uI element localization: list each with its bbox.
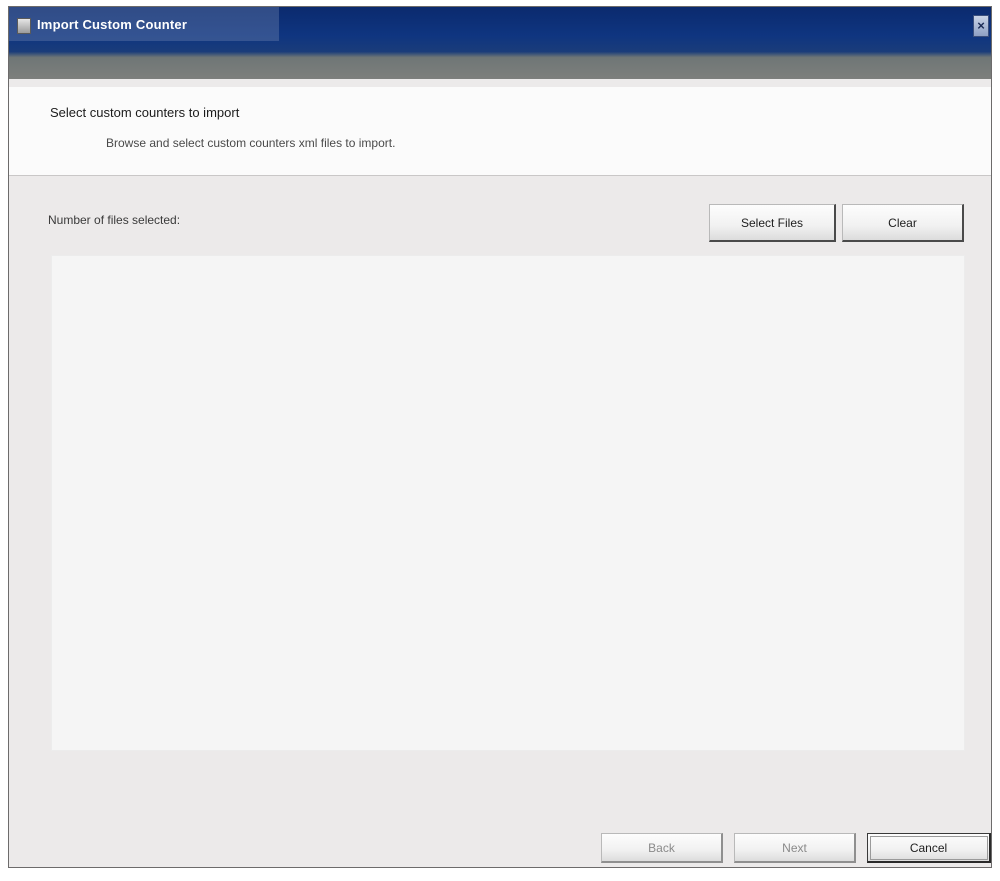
- files-selected-label: Number of files selected:: [48, 213, 181, 227]
- close-icon: ×: [977, 18, 985, 33]
- wizard-header: Select custom counters to import Browse …: [9, 87, 991, 176]
- page-subtitle: Browse and select custom counters xml fi…: [106, 136, 396, 150]
- next-button[interactable]: Next: [734, 833, 856, 863]
- title-bar[interactable]: Import Custom Counter ×: [9, 7, 991, 79]
- cancel-button[interactable]: Cancel: [867, 833, 991, 863]
- select-files-button[interactable]: Select Files: [709, 204, 836, 242]
- back-button[interactable]: Back: [601, 833, 723, 863]
- page-title: Select custom counters to import: [50, 105, 240, 120]
- clear-button[interactable]: Clear: [842, 204, 964, 242]
- app-icon: [17, 18, 31, 34]
- close-button[interactable]: ×: [973, 15, 989, 37]
- import-dialog-window: Import Custom Counter × Select custom co…: [8, 6, 992, 868]
- window-title: Import Custom Counter: [37, 17, 188, 32]
- selected-files-list[interactable]: [51, 255, 965, 751]
